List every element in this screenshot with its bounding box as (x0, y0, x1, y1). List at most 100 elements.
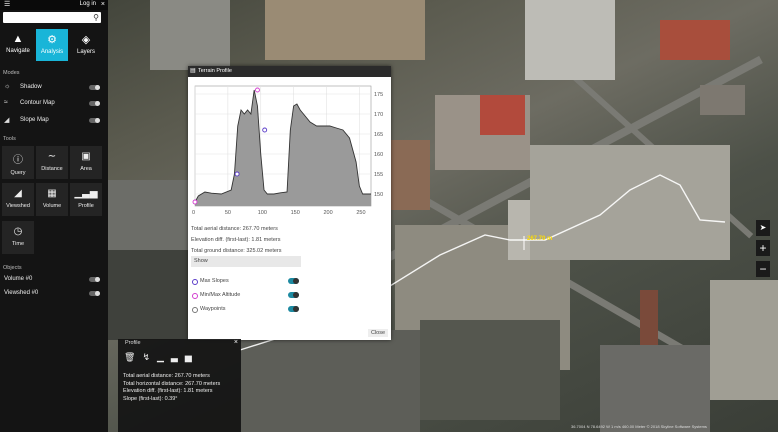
tool-profile[interactable]: ▁▃▅ Profile (70, 183, 102, 216)
mode-slope-map[interactable]: ◢ Slope Map (4, 116, 104, 126)
sidebar: ☰ Log in × ⚲ ▲ Navigate ⚙ Analysis ◈ Lay… (0, 0, 108, 432)
waypoints-toggle[interactable] (288, 306, 299, 312)
shadow-toggle[interactable] (89, 85, 100, 90)
option-waypoints[interactable]: Waypoints (191, 304, 301, 316)
marker-min (192, 199, 198, 205)
tool-volume-label: Volume (42, 203, 62, 209)
shadow-icon: ☼ (4, 83, 11, 90)
pp-stat-aerial: Total aerial distance: 267.70 meters (123, 373, 210, 379)
object-volume-toggle[interactable] (89, 277, 100, 282)
slope-icon: ◢ (4, 117, 10, 124)
x-tick-label: 0 (192, 210, 195, 216)
viewshed-icon: ◢ (14, 188, 22, 199)
tool-area[interactable]: ▣ Area (70, 146, 102, 179)
time-icon: ◷ (13, 226, 23, 237)
tool-volume[interactable]: ▦ Volume (36, 183, 68, 216)
analysis-icon: ⚙ (47, 34, 57, 46)
tool-viewshed[interactable]: ◢ Viewshed (2, 183, 34, 216)
option-min-max-altitude[interactable]: Min/Max Altitude (191, 290, 301, 302)
tab-layers[interactable]: ◈ Layers (70, 29, 102, 61)
chart-icon[interactable]: ▁▃▅ (157, 352, 199, 362)
tab-analysis-label: Analysis (40, 49, 64, 55)
profile-panel: Profile × 🗑↯▁▃▅ Total aerial distance: 2… (118, 339, 241, 432)
login-link[interactable]: Log in (80, 1, 96, 7)
x-tick-label: 200 (323, 210, 332, 216)
area-icon: ▣ (81, 151, 91, 162)
tool-time[interactable]: ◷ Time (2, 221, 34, 254)
tool-distance-label: Distance (41, 166, 63, 172)
tool-time-label: Time (11, 241, 25, 247)
distance-label: 267.70 m (527, 236, 553, 242)
menu-icon[interactable]: ☰ (4, 1, 10, 9)
object-viewshed-label: Viewshed #0 (4, 290, 39, 296)
tool-query[interactable]: ⓘ Query (2, 146, 34, 179)
search-input[interactable]: ⚲ (3, 12, 101, 23)
profile-icon: ▁▃▅ (74, 188, 98, 199)
layers-icon: ◈ (81, 34, 91, 46)
trash-icon[interactable]: 🗑 (124, 352, 142, 362)
profile-panel-toolbar: 🗑↯▁▃▅ (124, 352, 199, 363)
close-icon[interactable]: × (234, 339, 238, 346)
tool-distance[interactable]: ∼ Distance (36, 146, 68, 179)
min-max-marker-icon (192, 293, 198, 299)
object-viewshed-toggle[interactable] (89, 291, 100, 296)
pp-stat-elevation: Elevation diff. (first-last): 1.81 meter… (123, 388, 213, 394)
mode-contour-label: Contour Map (20, 100, 55, 106)
tool-area-label: Area (80, 166, 92, 172)
stat-aerial-distance: Total aerial distance: 267.70 meters (191, 226, 278, 232)
y-tick-label: 170 (374, 112, 383, 118)
tab-analysis[interactable]: ⚙ Analysis (36, 29, 68, 61)
show-title: Show (191, 256, 301, 267)
search-icon[interactable]: ⚲ (93, 13, 99, 22)
plus-icon: + (759, 241, 767, 255)
volume-icon: ▦ (47, 188, 57, 199)
y-tick-label: 150 (374, 192, 383, 198)
show-section: Show (191, 256, 301, 267)
top-bar: ☰ Log in × (0, 0, 108, 10)
close-icon[interactable]: × (101, 0, 105, 9)
y-tick-label: 155 (374, 172, 383, 178)
profile-panel-stats: Total aerial distance: 267.70 meters Tot… (123, 373, 220, 403)
mode-shadow[interactable]: ☼ Shadow (4, 83, 104, 93)
terrain-profile-title: Terrain Profile (198, 68, 232, 74)
query-icon: ⓘ (13, 155, 23, 166)
y-tick-label: 160 (374, 152, 383, 158)
marker-slope (234, 171, 240, 177)
stat-elevation-diff: Elevation diff. (first-last): 1.81 meter… (191, 237, 281, 243)
marker-slope (262, 127, 268, 133)
terrain-profile-header: ▤ Terrain Profile (188, 66, 391, 77)
tab-navigate-label: Navigate (6, 48, 30, 54)
mode-contour-map[interactable]: ≈ Contour Map (4, 99, 104, 109)
path-icon[interactable]: ↯ (142, 352, 157, 362)
tool-profile-label: Profile (78, 203, 94, 209)
close-button[interactable]: Close (367, 329, 388, 337)
locate-arrow-button[interactable]: ➤ (756, 220, 770, 236)
x-tick-label: 250 (356, 210, 365, 216)
option-max-slopes[interactable]: Max Slopes (191, 276, 301, 288)
profile-panel-title: Profile (125, 340, 141, 346)
min-max-altitude-toggle[interactable] (288, 292, 299, 298)
contour-toggle[interactable] (89, 101, 100, 106)
tools-title: Tools (3, 136, 16, 142)
tab-layers-label: Layers (76, 49, 95, 55)
contour-icon: ≈ (4, 99, 8, 106)
modes-title: Modes (3, 70, 20, 76)
mode-shadow-label: Shadow (20, 84, 42, 90)
max-slopes-marker-icon (192, 279, 198, 285)
navigate-icon: ▲ (12, 33, 24, 45)
terrain-profile-chart[interactable]: 150 155 160 165 170 175 0 50 100 150 200 250 (191, 82, 389, 222)
status-footer: 36.7004 N 78.6492 W 1 m/s 460.00 Meter ©… (571, 424, 707, 429)
waypoints-label: Waypoints (200, 306, 226, 312)
objects-title: Objects (3, 265, 22, 271)
mode-slope-label: Slope Map (20, 117, 49, 123)
slope-toggle[interactable] (89, 118, 100, 123)
max-slopes-toggle[interactable] (288, 278, 299, 284)
object-volume[interactable]: Volume #0 (4, 275, 104, 285)
object-viewshed[interactable]: Viewshed #0 (4, 289, 104, 299)
tab-navigate[interactable]: ▲ Navigate (2, 29, 34, 61)
pp-stat-slope: Slope (first-last): 0.39° (123, 395, 178, 402)
zoom-out-button[interactable]: − (756, 261, 770, 277)
x-tick-label: 100 (258, 210, 267, 216)
zoom-in-button[interactable]: + (756, 240, 770, 256)
distance-icon: ∼ (47, 151, 57, 162)
